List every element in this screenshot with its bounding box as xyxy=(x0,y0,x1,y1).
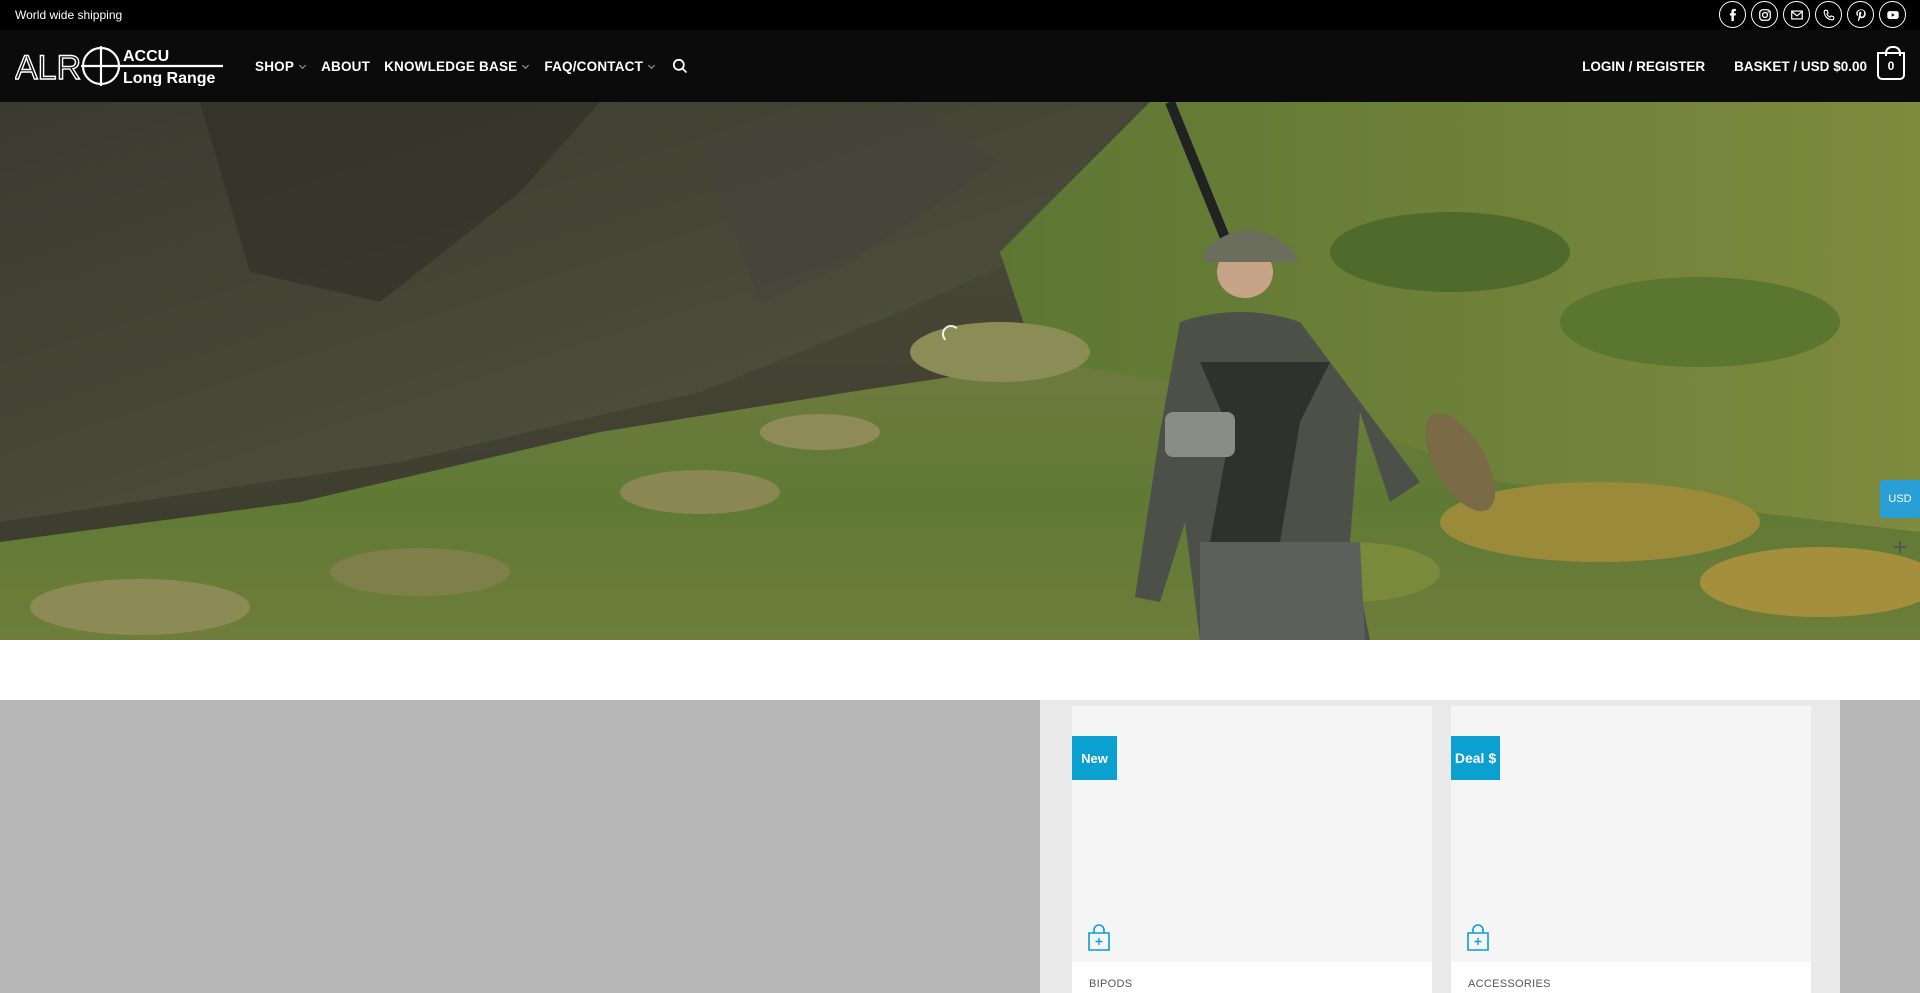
search-icon[interactable] xyxy=(672,58,688,74)
add-to-cart-icon[interactable] xyxy=(1086,924,1112,952)
nav-item-label: ABOUT xyxy=(321,58,371,74)
nav-item-label: KNOWLEDGE BASE xyxy=(384,58,518,74)
site-header: ALR ACCU Long Range SHOP ABOUT KNOWLEDGE… xyxy=(0,30,1920,102)
loading-spinner-icon xyxy=(942,325,960,343)
chevron-down-icon xyxy=(522,64,530,69)
header-account-area: LOGIN / REGISTER BASKET / USD $0.00 0 xyxy=(1582,30,1905,102)
product-grid: New BIPODS Deal $ ACCESSORIES xyxy=(1040,700,1840,993)
currency-label: USD xyxy=(1888,493,1912,505)
basket-link[interactable]: BASKET / USD $0.00 0 xyxy=(1734,46,1905,80)
hero-image xyxy=(0,102,1920,640)
nav-item-knowledge-base[interactable]: KNOWLEDGE BASE xyxy=(384,59,530,74)
cart-count: 0 xyxy=(1887,59,1895,73)
main-nav: SHOP ABOUT KNOWLEDGE BASE FAQ/CONTACT xyxy=(255,30,688,102)
pinterest-icon[interactable] xyxy=(1847,1,1874,28)
add-to-cart-icon[interactable] xyxy=(1465,924,1491,952)
nav-item-label: SHOP xyxy=(255,58,295,74)
hero-banner xyxy=(0,102,1920,640)
basket-label: BASKET / USD $0.00 xyxy=(1734,58,1867,74)
youtube-icon[interactable] xyxy=(1879,1,1906,28)
chevron-down-icon xyxy=(299,64,307,69)
phone-icon[interactable] xyxy=(1815,1,1842,28)
logo-line1-text: ACCU xyxy=(123,48,169,65)
product-image[interactable] xyxy=(1072,706,1432,962)
currency-switcher[interactable]: USD xyxy=(1880,480,1920,518)
top-bar: World wide shipping xyxy=(0,0,1920,30)
facebook-icon[interactable] xyxy=(1719,1,1746,28)
chevron-down-icon xyxy=(648,64,656,69)
product-card[interactable]: New BIPODS xyxy=(1072,706,1432,993)
cart-icon[interactable]: 0 xyxy=(1877,46,1905,80)
product-category[interactable]: ACCESSORIES xyxy=(1468,978,1551,990)
login-register-link[interactable]: LOGIN / REGISTER xyxy=(1582,59,1705,74)
logo-line2-text: Long Range xyxy=(123,70,216,86)
nav-item-shop[interactable]: SHOP xyxy=(255,59,307,74)
plus-icon[interactable] xyxy=(1892,539,1908,555)
nav-item-about[interactable]: ABOUT xyxy=(321,59,370,74)
nav-item-label: FAQ/CONTACT xyxy=(544,58,644,74)
product-image[interactable] xyxy=(1451,706,1811,962)
email-icon[interactable] xyxy=(1783,1,1810,28)
basket-amount: $0.00 xyxy=(1833,58,1867,74)
nav-item-faq-contact[interactable]: FAQ/CONTACT xyxy=(544,59,656,74)
site-logo[interactable]: ALR ACCU Long Range xyxy=(14,46,225,88)
instagram-icon[interactable] xyxy=(1751,1,1778,28)
social-links xyxy=(1719,1,1906,28)
logo-mark-text: ALR xyxy=(15,49,81,86)
deal-badge: Deal $ xyxy=(1451,736,1500,780)
product-card[interactable]: Deal $ ACCESSORIES xyxy=(1451,706,1811,993)
product-category[interactable]: BIPODS xyxy=(1089,978,1132,990)
new-badge: New xyxy=(1072,736,1117,780)
shipping-message: World wide shipping xyxy=(15,8,123,22)
